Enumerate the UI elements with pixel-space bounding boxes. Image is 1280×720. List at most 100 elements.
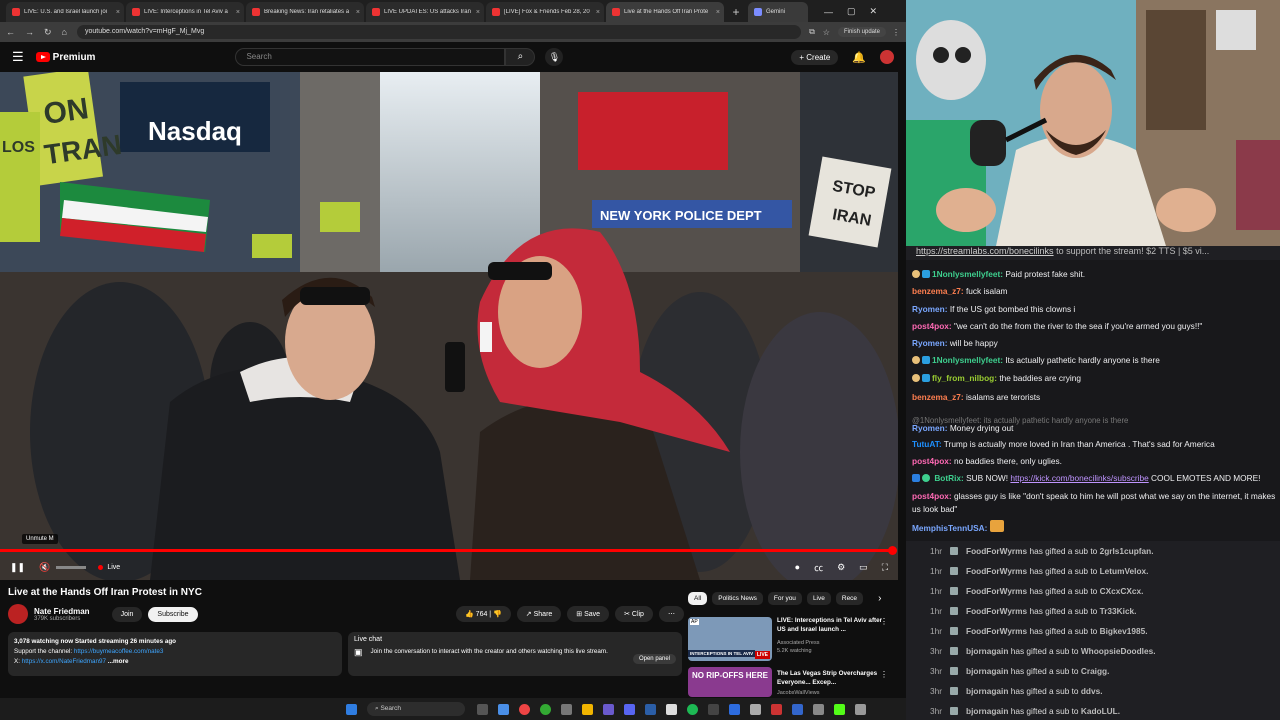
gifter-username[interactable]: FoodForWyrms: [966, 546, 1027, 556]
like-button[interactable]: 👍 764 | 👎: [456, 606, 511, 622]
app-icon[interactable]: [645, 703, 656, 715]
fullscreen-icon[interactable]: ⛶: [882, 562, 888, 573]
pinned-link[interactable]: https://streamlabs.com/bonecilinks: [916, 246, 1054, 256]
close-tab-icon[interactable]: ×: [236, 9, 240, 16]
chip-for-you[interactable]: For you: [767, 592, 802, 605]
more-link[interactable]: ...more: [106, 658, 129, 665]
thumbs-down-icon[interactable]: 👎: [493, 611, 502, 618]
app-icon[interactable]: [540, 703, 551, 715]
browser-tab[interactable]: Breaking News: Iran retaliates a ×: [246, 2, 364, 22]
muted-volume-icon[interactable]: 🔇: [39, 562, 50, 573]
chip-all[interactable]: All: [688, 592, 708, 605]
chip-politics-news[interactable]: Politics News: [712, 592, 763, 605]
video-player[interactable]: Nasdaq NEW YORK POLICE DEPT STOP IRAN ON…: [0, 72, 898, 580]
channel-name[interactable]: Nate Friedman: [34, 607, 90, 616]
chat-username[interactable]: BotRix:: [934, 473, 964, 483]
recommendation-title[interactable]: LIVE: Interceptions in Tel Aviv after US…: [777, 617, 883, 634]
app-icon[interactable]: [771, 703, 782, 715]
url-field[interactable]: youtube.com/watch?v=mHgF_Mj_Mvg: [76, 25, 802, 39]
gifter-username[interactable]: FoodForWyrms: [966, 626, 1027, 636]
share-button[interactable]: ↗ Share: [516, 606, 562, 622]
recipient-username[interactable]: ddvs.: [1081, 686, 1103, 696]
recipient-username[interactable]: 2grls1cupfan.: [1100, 546, 1154, 556]
notifications-bell-icon[interactable]: 🔔: [852, 51, 866, 64]
chip-recent[interactable]: Rece: [835, 592, 864, 605]
spotify-icon[interactable]: [687, 703, 698, 715]
discord-icon[interactable]: [624, 703, 635, 715]
chat-username[interactable]: benzema_z7:: [912, 286, 964, 296]
chat-username[interactable]: post4pox:: [912, 456, 952, 466]
app-icon[interactable]: [603, 703, 614, 715]
miniplayer-icon[interactable]: ▭: [859, 562, 868, 573]
app-icon[interactable]: [750, 703, 761, 715]
gifter-username[interactable]: bjornagain: [966, 686, 1008, 696]
gifter-username[interactable]: FoodForWyrms: [966, 566, 1027, 576]
hamburger-menu-icon[interactable]: ☰: [12, 49, 24, 65]
more-actions-icon[interactable]: ⋯: [658, 606, 684, 622]
recipient-username[interactable]: LetumVelox.: [1100, 566, 1149, 576]
volume-slider[interactable]: [56, 565, 87, 569]
task-view-icon[interactable]: [477, 703, 488, 715]
back-icon[interactable]: ←: [6, 27, 15, 37]
recipient-username[interactable]: CXcxCXcx.: [1100, 586, 1144, 596]
chat-username[interactable]: Ryomen:: [912, 423, 948, 433]
gifter-username[interactable]: FoodForWyrms: [966, 606, 1027, 616]
chat-username[interactable]: benzema_z7:: [912, 392, 964, 402]
app-icon[interactable]: [708, 703, 719, 715]
recommendation-thumbnail[interactable]: AP INTERCEPTIONS IN TEL AVIV LIVE: [688, 617, 772, 661]
minimize-icon[interactable]: —: [824, 7, 833, 17]
close-window-icon[interactable]: ✕: [870, 6, 878, 17]
progress-bar[interactable]: [0, 549, 893, 552]
gifter-username[interactable]: bjornagain: [966, 706, 1008, 716]
new-tab-icon[interactable]: +: [728, 4, 744, 20]
taskbar-search[interactable]: ⌕ Search: [367, 702, 465, 716]
close-tab-icon[interactable]: ×: [356, 9, 360, 16]
close-tab-icon[interactable]: ×: [716, 9, 720, 16]
browser-tab-gemini[interactable]: Gemini: [748, 2, 808, 22]
chat-username[interactable]: post4pox:: [912, 491, 952, 501]
pause-icon[interactable]: ❚❚: [10, 562, 25, 573]
browser-tab[interactable]: LIVE: U.S. and Israel launch joi ×: [6, 2, 124, 22]
captions-icon[interactable]: ㏄: [814, 561, 823, 574]
progress-handle[interactable]: [888, 546, 897, 555]
app-icon[interactable]: [729, 703, 740, 715]
recipient-username[interactable]: WhoopsieDoodles.: [1081, 646, 1156, 656]
support-link[interactable]: https://buymeacoffee.com/nate3: [74, 648, 164, 655]
recommendation-item[interactable]: NO RIP-OFFS HERE The Las Vegas Strip Ove…: [688, 667, 898, 697]
gifter-username[interactable]: FoodForWyrms: [966, 586, 1027, 596]
app-icon[interactable]: [855, 703, 866, 715]
gifter-username[interactable]: bjornagain: [966, 666, 1008, 676]
recipient-username[interactable]: Craigg.: [1081, 666, 1110, 676]
avatar[interactable]: [880, 50, 894, 64]
clip-button[interactable]: ✂ Clip: [615, 606, 653, 622]
home-icon[interactable]: ⌂: [62, 27, 67, 37]
browser-tab[interactable]: LIVE UPDATES: US attacks Iran ×: [366, 2, 484, 22]
save-button[interactable]: ⊞ Save: [567, 606, 610, 622]
browser-tab[interactable]: LIVE: Interceptions in Tel Aviv a ×: [126, 2, 244, 22]
live-label[interactable]: Live: [107, 564, 120, 571]
chat-username[interactable]: MemphisTennUSA:: [912, 523, 987, 533]
browser-tab-active[interactable]: Live at the Hands Off Iran Prote ×: [606, 2, 724, 22]
search-input[interactable]: Search: [235, 48, 506, 66]
chat-username[interactable]: 1Nonlysmellyfeet:: [932, 269, 1003, 279]
search-icon[interactable]: ⌕: [505, 48, 536, 66]
join-button[interactable]: Join: [111, 606, 143, 622]
autoplay-toggle-icon[interactable]: ●: [795, 562, 800, 572]
subscribe-button[interactable]: Subscribe: [148, 606, 198, 622]
chip-live[interactable]: Live: [806, 592, 831, 605]
chat-username[interactable]: fly_from_nilbog:: [932, 373, 997, 383]
more-options-icon[interactable]: ⋮: [880, 670, 888, 679]
channel-avatar[interactable]: [8, 604, 28, 624]
app-icon[interactable]: [813, 703, 824, 715]
create-button[interactable]: + Create: [791, 49, 839, 65]
recipient-username[interactable]: KadoLUL.: [1081, 706, 1120, 716]
chevron-right-icon[interactable]: ›: [878, 593, 881, 604]
close-tab-icon[interactable]: ×: [116, 9, 120, 16]
maximize-icon[interactable]: ▢: [847, 6, 856, 17]
description-box[interactable]: 3,078 watching now Started streaming 26 …: [8, 632, 342, 676]
close-tab-icon[interactable]: ×: [476, 9, 480, 16]
recipient-username[interactable]: Bigkev1985.: [1100, 626, 1148, 636]
chat-username[interactable]: Ryomen:: [912, 304, 948, 314]
gifter-username[interactable]: bjornagain: [966, 646, 1008, 656]
recommendation-item[interactable]: AP INTERCEPTIONS IN TEL AVIV LIVE LIVE: …: [688, 617, 898, 661]
